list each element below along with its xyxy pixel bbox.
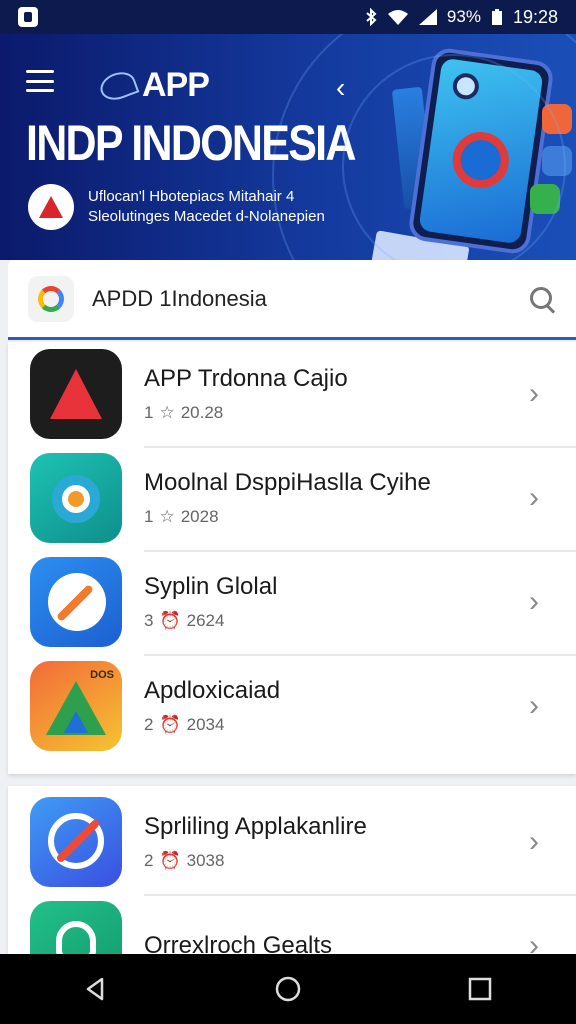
- battery-percent: 93%: [446, 7, 481, 26]
- star-icon: ☆: [159, 507, 175, 526]
- app-list: APP Trdonna Cajio 1 ☆ 20.28 › Moolnal Dspp…: [8, 342, 576, 774]
- notification-app-icon: [18, 7, 38, 27]
- app-bag-icon: [30, 901, 122, 956]
- list-item[interactable]: APP Trdonna Cajio 1 ☆ 20.28 ›: [8, 342, 576, 446]
- star-icon: ☆: [159, 403, 175, 422]
- app-compass-icon: [30, 797, 122, 887]
- chevron-right-icon: ›: [529, 689, 539, 722]
- alarm-icon: ⏰: [159, 715, 181, 734]
- phone-illustration: [407, 46, 555, 256]
- list-item-meta: 2034: [186, 715, 225, 734]
- clock: 19:28: [512, 6, 558, 27]
- status-bar: 93% 19:28: [0, 0, 576, 34]
- system-nav-bar: [0, 954, 576, 1024]
- list-item[interactable]: Orrexlroch Gealts ›: [8, 894, 576, 956]
- brand-badge: [28, 184, 74, 230]
- app-logo: APP: [96, 66, 210, 105]
- list-item-title: Sprliling Applakanlire: [144, 813, 367, 840]
- app-list-2: Sprliling Applakanlire 2 ⏰ 3038 › Orrexlro…: [8, 786, 576, 956]
- search-bar[interactable]: APDD 1Indonesia: [8, 260, 576, 340]
- alarm-icon: ⏰: [159, 611, 181, 630]
- chevron-right-icon: ›: [529, 585, 539, 618]
- rank: 2: [144, 851, 154, 870]
- list-item-title: Syplin Glolal: [144, 573, 278, 600]
- illustration-card: [391, 86, 435, 210]
- list-item-meta: 2028: [180, 507, 219, 526]
- hero-subtitle-1: Uflocan'l Hbotepiacs Mitahair 4: [88, 188, 295, 205]
- chevron-right-icon: ›: [529, 929, 539, 956]
- list-item-title: Apdloxicaiad: [144, 677, 281, 704]
- wifi-icon: [387, 10, 408, 25]
- rank: 1: [144, 403, 154, 422]
- chevron-right-icon: ›: [529, 825, 539, 858]
- rank: 3: [144, 611, 154, 630]
- chevron-right-icon: ›: [529, 481, 539, 514]
- app-target-icon: [30, 453, 122, 543]
- list-item[interactable]: Syplin Glolal 3 ⏰ 2624 ›: [8, 550, 576, 654]
- app-triangle-icon: [30, 349, 122, 439]
- battery-icon: [491, 9, 502, 25]
- illustration-tile-green: [530, 184, 560, 214]
- home-icon[interactable]: [274, 975, 302, 1003]
- illustration-document: [368, 230, 470, 260]
- list-item[interactable]: Sprliling Applakanlire 2 ⏰ 3038 ›: [8, 790, 576, 894]
- recents-icon[interactable]: [466, 975, 494, 1003]
- illustration-tile-orange: [542, 104, 572, 134]
- list-item-meta: 20.28: [180, 403, 224, 422]
- back-icon[interactable]: [82, 975, 110, 1003]
- hero-subtitle-2: Sleolutinges Macedet d-Nolanepien: [88, 208, 325, 225]
- list-item[interactable]: DOS Apdloxicaiad 2 ⏰ 2034 ›: [8, 654, 576, 758]
- triangle-logo-icon: [39, 196, 63, 218]
- menu-icon[interactable]: [26, 70, 54, 92]
- hero-banner: APP ‹ INDP INDONESIA Uflocan'l Hbotepiac…: [0, 34, 576, 260]
- chevron-left-icon[interactable]: ‹: [336, 72, 345, 104]
- app-circle-icon: [30, 557, 122, 647]
- app-drive-icon: DOS: [30, 661, 122, 751]
- list-item-meta: 3038: [186, 851, 225, 870]
- chevron-right-icon: ›: [529, 377, 539, 410]
- hero-title: INDP INDONESIA: [26, 115, 356, 171]
- alarm-icon: ⏰: [159, 851, 181, 870]
- list-item-meta: 2624: [186, 611, 225, 630]
- rank: 2: [144, 715, 154, 734]
- signal-icon: [418, 9, 437, 25]
- logo-swoosh-icon: [96, 67, 140, 104]
- search-icon[interactable]: [528, 285, 556, 313]
- camera-icon: [451, 71, 481, 101]
- list-item-title: Moolnal DsppiHaslla Cyihe: [144, 469, 431, 496]
- list-item-title: Orrexlroch Gealts: [144, 932, 333, 956]
- target-icon: [449, 128, 513, 192]
- list-item[interactable]: Moolnal DsppiHaslla Cyihe 1 ☆ 2028 ›: [8, 446, 576, 550]
- google-icon: [28, 275, 74, 322]
- list-item-title: APP Trdonna Cajio: [144, 365, 348, 392]
- bluetooth-icon: [366, 8, 377, 26]
- illustration-tile-blue: [542, 146, 572, 176]
- search-input[interactable]: APDD 1Indonesia: [92, 286, 528, 312]
- app-logo-text: APP: [142, 66, 210, 104]
- rank: 1: [144, 507, 154, 526]
